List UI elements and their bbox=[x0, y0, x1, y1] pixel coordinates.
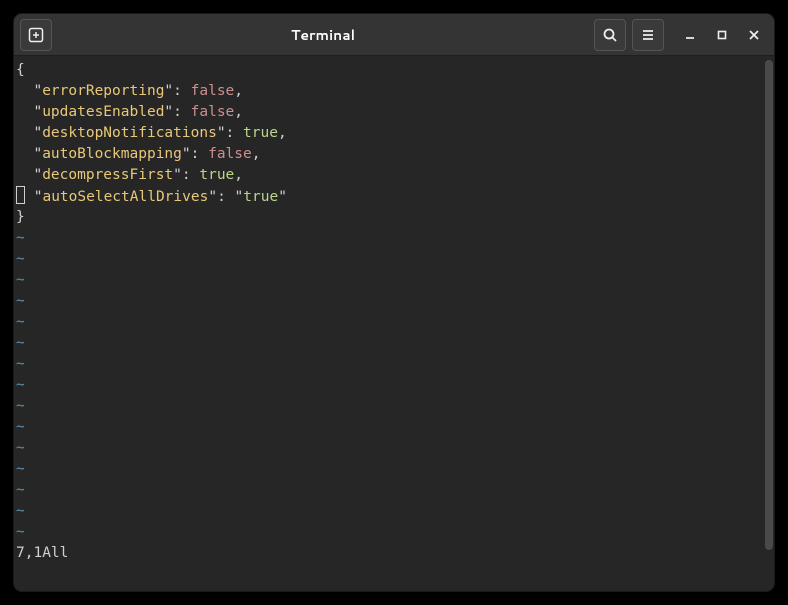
empty-line-tilde: ~ bbox=[16, 354, 762, 375]
editor-line: "errorReporting": false, bbox=[16, 81, 762, 102]
empty-line-tilde: ~ bbox=[16, 438, 762, 459]
plus-box-icon bbox=[28, 27, 44, 43]
empty-line-tilde: ~ bbox=[16, 228, 762, 249]
titlebar-right bbox=[594, 19, 768, 51]
titlebar: Terminal bbox=[14, 14, 774, 56]
cursor-position: 7,1 bbox=[16, 545, 42, 561]
close-icon bbox=[749, 30, 759, 40]
editor-line: "updatesEnabled": false, bbox=[16, 102, 762, 123]
minimize-icon bbox=[685, 30, 695, 40]
empty-line-tilde: ~ bbox=[16, 459, 762, 480]
close-button[interactable] bbox=[744, 25, 764, 45]
empty-line-tilde: ~ bbox=[16, 522, 762, 543]
new-tab-button[interactable] bbox=[20, 19, 52, 51]
empty-line-tilde: ~ bbox=[16, 501, 762, 522]
cursor bbox=[16, 186, 25, 204]
editor-line: "autoSelectAllDrives": "true" bbox=[16, 186, 762, 207]
window-controls bbox=[680, 25, 764, 45]
scroll-indicator: All bbox=[42, 545, 72, 561]
scrollbar-thumb[interactable] bbox=[765, 60, 773, 550]
empty-line-tilde: ~ bbox=[16, 333, 762, 354]
maximize-button[interactable] bbox=[712, 25, 732, 45]
terminal-body[interactable]: { "errorReporting": false, "updatesEnabl… bbox=[14, 56, 774, 591]
empty-line-tilde: ~ bbox=[16, 375, 762, 396]
empty-line-tilde: ~ bbox=[16, 270, 762, 291]
editor-line: "decompressFirst": true, bbox=[16, 165, 762, 186]
scrollbar-track[interactable] bbox=[764, 56, 774, 591]
window-title: Terminal bbox=[52, 25, 594, 45]
empty-line-tilde: ~ bbox=[16, 291, 762, 312]
empty-line-tilde: ~ bbox=[16, 396, 762, 417]
editor-line: } bbox=[16, 207, 762, 228]
search-icon bbox=[602, 27, 618, 43]
search-button[interactable] bbox=[594, 19, 626, 51]
maximize-icon bbox=[717, 30, 727, 40]
hamburger-icon bbox=[640, 27, 656, 43]
menu-button[interactable] bbox=[632, 19, 664, 51]
empty-line-tilde: ~ bbox=[16, 312, 762, 333]
editor-line: "desktopNotifications": true, bbox=[16, 123, 762, 144]
minimize-button[interactable] bbox=[680, 25, 700, 45]
empty-line-tilde: ~ bbox=[16, 417, 762, 438]
empty-line-tilde: ~ bbox=[16, 480, 762, 501]
terminal-content[interactable]: { "errorReporting": false, "updatesEnabl… bbox=[14, 56, 764, 591]
terminal-window: Terminal bbox=[14, 14, 774, 591]
vim-status-line: 7,1All bbox=[16, 543, 762, 564]
editor-line: "autoBlockmapping": false, bbox=[16, 144, 762, 165]
editor-line: { bbox=[16, 60, 762, 81]
empty-line-tilde: ~ bbox=[16, 249, 762, 270]
